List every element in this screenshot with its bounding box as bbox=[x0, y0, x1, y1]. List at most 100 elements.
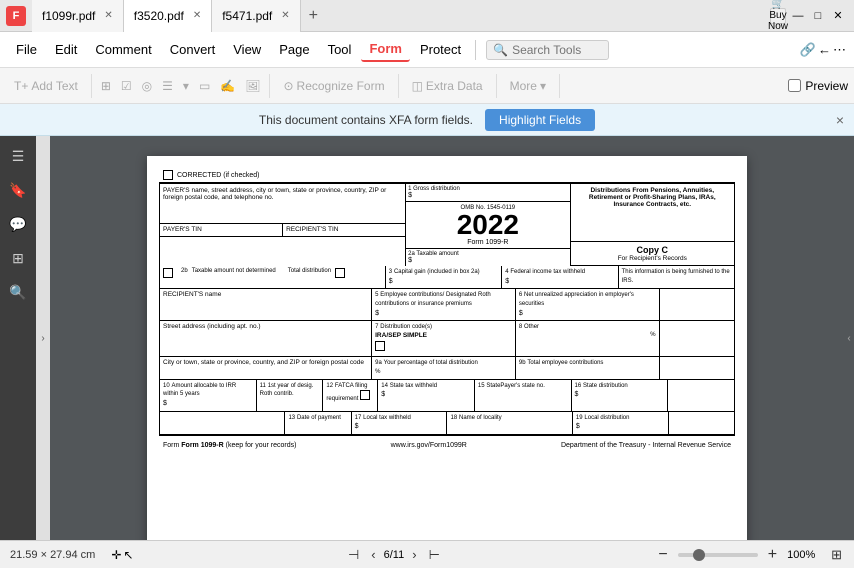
search-bar[interactable]: 🔍 bbox=[486, 40, 609, 60]
btn-button[interactable]: ▭ bbox=[195, 72, 214, 100]
new-tab-button[interactable]: + bbox=[301, 7, 326, 25]
recipient-name-row: RECIPIENT'S name 5 Employee contribution… bbox=[160, 289, 734, 321]
tab-3[interactable]: f5471.pdf ✕ bbox=[212, 0, 300, 32]
select-button[interactable]: ⊞ bbox=[97, 72, 115, 100]
add-text-button[interactable]: T+ Add Text bbox=[6, 72, 86, 100]
sign-button[interactable]: ✍ bbox=[216, 72, 239, 100]
ribbon-sep-5 bbox=[559, 74, 560, 98]
last-page-button[interactable]: ⊢ bbox=[425, 545, 444, 565]
tab-2[interactable]: f3520.pdf ✕ bbox=[124, 0, 212, 32]
dist-codes-cell: 7 Distribution code(s) IRA/SEP SIMPLE bbox=[372, 321, 516, 356]
page-display: 6/11 bbox=[384, 549, 405, 561]
search-input[interactable] bbox=[512, 43, 602, 57]
xfa-message: This document contains XFA form fields. bbox=[259, 113, 473, 127]
tab-1[interactable]: f1099r.pdf ✕ bbox=[32, 0, 124, 32]
menu-dots-icon[interactable]: ⋯ bbox=[833, 42, 846, 58]
tab-3-close[interactable]: ✕ bbox=[281, 10, 289, 21]
xfa-close-button[interactable]: × bbox=[836, 112, 844, 128]
year-display: 2022 bbox=[408, 211, 567, 239]
next-page-button[interactable]: › bbox=[408, 545, 420, 564]
copy-label: Copy C bbox=[574, 245, 731, 255]
sidebar-search-icon[interactable]: 🔍 bbox=[2, 276, 34, 308]
menu-page[interactable]: Page bbox=[271, 38, 317, 61]
radio-button[interactable]: ◎ bbox=[138, 72, 156, 100]
federal-tax-cell: 4 Federal income tax withheld $ bbox=[502, 266, 618, 288]
state-row: 10 Amount allocable to IRR within 5 year… bbox=[160, 380, 734, 412]
corrected-checkbox[interactable] bbox=[163, 170, 173, 180]
search-icon: 🔍 bbox=[493, 43, 508, 57]
window-controls: 🛒 Buy Now — □ ✕ bbox=[770, 8, 854, 24]
state-tax-cell: 14 State tax withheld $ bbox=[378, 380, 475, 411]
app-icon: F bbox=[6, 6, 26, 26]
sidebar-pages-icon[interactable]: ⊞ bbox=[2, 242, 34, 274]
preview-checkbox[interactable] bbox=[788, 79, 801, 92]
copy-label-cell: Copy C For Recipient's Records bbox=[571, 242, 734, 266]
corrected-row: CORRECTED (if checked) bbox=[159, 168, 735, 183]
highlight-fields-button[interactable]: Highlight Fields bbox=[485, 109, 595, 131]
other-cell: 8 Other % bbox=[516, 321, 660, 356]
menu-edit[interactable]: Edit bbox=[47, 38, 85, 61]
first-page-button[interactable]: ⊣ bbox=[344, 545, 363, 565]
cursor-icon[interactable]: ✛ bbox=[111, 548, 121, 562]
zoom-out-button[interactable]: − bbox=[654, 544, 671, 566]
sidebar-thumbnail-icon[interactable]: ☰ bbox=[2, 140, 34, 172]
sidebar-bookmark-icon[interactable]: 🔖 bbox=[2, 174, 34, 206]
year-section: 1 Gross distribution $ OMB No. 1545-0119… bbox=[406, 184, 570, 266]
menu-protect[interactable]: Protect bbox=[412, 38, 469, 61]
image-button[interactable]: 🖼 bbox=[241, 72, 264, 100]
prev-page-button[interactable]: ‹ bbox=[367, 545, 379, 564]
city-row: City or town, state or province, country… bbox=[160, 357, 734, 380]
tab-2-close[interactable]: ✕ bbox=[193, 10, 201, 21]
checkbox-button[interactable]: ☑ bbox=[117, 72, 136, 100]
total-emp-cell: 9b Total employee contributions bbox=[516, 357, 660, 379]
minimize-button[interactable]: — bbox=[790, 8, 806, 24]
menu-file[interactable]: File bbox=[8, 38, 45, 61]
external-link-icon[interactable]: 🔗 bbox=[800, 42, 816, 58]
footer-dept: Department of the Treasury - Internal Re… bbox=[561, 442, 731, 449]
preview-label: Preview bbox=[805, 79, 848, 93]
form-container: PAYER'S name, street address, city or to… bbox=[159, 183, 735, 436]
yr-desig-cell: 11 1st year of desig. Roth contrib. bbox=[257, 380, 324, 411]
zoom-controls: − + 100% ⊞ bbox=[654, 544, 844, 566]
header-section: PAYER'S name, street address, city or to… bbox=[160, 184, 734, 266]
back-icon[interactable]: ← bbox=[818, 42, 831, 57]
recognize-form-button[interactable]: ⊙ Recognize Form bbox=[275, 72, 392, 100]
menu-tool[interactable]: Tool bbox=[320, 38, 360, 61]
right-panel-handle[interactable]: ‹ bbox=[844, 136, 854, 540]
close-button[interactable]: ✕ bbox=[830, 8, 846, 24]
ribbon: T+ Add Text ⊞ ☑ ◎ ☰ ▾ ▭ ✍ 🖼 ⊙ Recognize … bbox=[0, 68, 854, 104]
tab-1-close[interactable]: ✕ bbox=[104, 10, 112, 21]
dist-code-checkbox[interactable] bbox=[375, 341, 385, 351]
list-button[interactable]: ☰ bbox=[158, 72, 177, 100]
dimensions-display: 21.59 × 27.94 cm bbox=[10, 549, 95, 561]
buy-now-button[interactable]: 🛒 Buy Now bbox=[770, 8, 786, 24]
fit-page-icon[interactable]: ⊞ bbox=[829, 545, 844, 565]
state-dist-cell: 16 State distribution $ bbox=[572, 380, 669, 411]
recipients-tin-cell: RECIPIENT'S TIN bbox=[283, 224, 405, 236]
extra-data-button[interactable]: ◫ Extra Data bbox=[404, 72, 491, 100]
add-text-icon: T+ bbox=[14, 79, 28, 93]
menu-comment[interactable]: Comment bbox=[87, 38, 159, 61]
menu-form[interactable]: Form bbox=[361, 37, 410, 62]
right-info-section: Distributions From Pensions, Annuities, … bbox=[571, 184, 734, 266]
tab-3-label: f5471.pdf bbox=[222, 9, 272, 23]
more-arrow-icon: ▾ bbox=[540, 79, 546, 93]
dropdown-button[interactable]: ▾ bbox=[179, 72, 193, 100]
fatca-checkbox[interactable] bbox=[360, 390, 370, 400]
sidebar-comment-icon[interactable]: 💬 bbox=[2, 208, 34, 240]
ribbon-sep-3 bbox=[398, 74, 399, 98]
zoom-slider[interactable] bbox=[678, 553, 758, 557]
window-extra: 🔗 ← ⋯ bbox=[800, 42, 846, 58]
taxable-not-det-checkbox[interactable] bbox=[163, 268, 173, 278]
pointer-icon[interactable]: ↖ bbox=[123, 548, 133, 562]
preview-area: Preview bbox=[788, 79, 848, 93]
more-button[interactable]: More ▾ bbox=[502, 72, 554, 100]
menu-convert[interactable]: Convert bbox=[162, 38, 224, 61]
total-dist-checkbox[interactable] bbox=[335, 268, 345, 278]
local-dist-cell: 19 Local distribution $ bbox=[573, 412, 669, 434]
form-title-cell: Distributions From Pensions, Annuities, … bbox=[571, 184, 734, 242]
zoom-in-button[interactable]: + bbox=[764, 544, 781, 566]
left-panel-collapse[interactable]: › bbox=[36, 136, 50, 540]
menu-view[interactable]: View bbox=[225, 38, 269, 61]
maximize-button[interactable]: □ bbox=[810, 8, 826, 24]
